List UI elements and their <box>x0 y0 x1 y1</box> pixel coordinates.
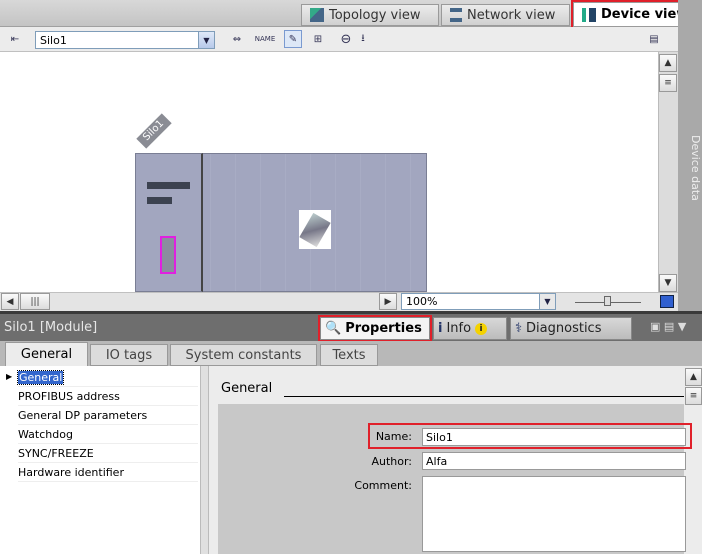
nav-item-hardware-identifier[interactable]: Hardware identifier <box>18 464 198 482</box>
grid-icon[interactable]: ⊞ <box>309 30 327 48</box>
zoom-out-icon[interactable]: ⊖ <box>337 30 355 48</box>
device-select[interactable]: Silo1 ▼ <box>35 31 215 49</box>
caret-right-icon: ▶ <box>6 372 13 381</box>
tab-properties[interactable]: 🔍 Properties <box>318 315 432 342</box>
zoom-dropdown-icon[interactable]: ⭳ <box>354 30 372 48</box>
scroll-up-icon[interactable]: ▲ <box>659 54 677 72</box>
profibus-port[interactable] <box>160 236 176 274</box>
nav-item-sync-freeze[interactable]: SYNC/FREEZE <box>18 445 198 463</box>
scroll-up-icon[interactable]: ▲ <box>685 368 702 386</box>
module-label-bar <box>147 182 190 189</box>
subtab-system-constants[interactable]: System constants <box>170 344 317 366</box>
subtab-general[interactable]: General <box>5 342 88 366</box>
subtab-io-tags[interactable]: IO tags <box>90 344 168 366</box>
info-badge-icon: i <box>475 322 488 335</box>
comment-label: Comment: <box>354 479 412 492</box>
section-divider <box>284 396 684 397</box>
canvas-vertical-scrollbar[interactable]: ▲ ≡ ▼ <box>658 52 678 292</box>
scroll-down-icon[interactable]: ▼ <box>659 274 677 292</box>
name-input[interactable]: Silo1 <box>422 428 686 446</box>
scroll-thumb[interactable]: ≡ <box>659 74 677 92</box>
tab-info[interactable]: i Info i <box>433 317 507 340</box>
scroll-left-icon[interactable]: ◀ <box>1 293 19 310</box>
properties-icon: 🔍 <box>325 321 342 336</box>
float-icon[interactable]: ▣ <box>650 320 660 333</box>
chevron-down-icon[interactable]: ▼ <box>198 32 214 48</box>
zoom-slider-handle[interactable] <box>604 296 611 306</box>
module-label-bar <box>147 197 172 204</box>
network-icon <box>450 8 462 22</box>
tab-network-view[interactable]: Network view <box>441 4 570 26</box>
subtab-texts[interactable]: Texts <box>320 344 378 366</box>
topology-icon <box>310 8 324 22</box>
layout-icon[interactable]: ▤ <box>664 320 674 333</box>
name-label: Name: <box>375 430 412 443</box>
horizontal-scroll-thumb[interactable]: ||| <box>20 293 50 310</box>
show-names-icon[interactable]: NAME <box>255 30 276 48</box>
module-image <box>299 210 331 249</box>
nav-item-general-dp-parameters[interactable]: General DP parameters <box>18 407 198 425</box>
tab-diagnostics[interactable]: ⚕ Diagnostics <box>510 317 632 340</box>
network-overview-icon[interactable]: ⇤ <box>6 30 24 48</box>
scroll-right-icon[interactable]: ▶ <box>379 293 397 310</box>
nav-item-general[interactable]: General <box>16 369 198 387</box>
scroll-thumb[interactable]: ≡ <box>685 387 702 405</box>
chevron-down-icon[interactable]: ▼ <box>678 320 686 333</box>
overview-icon[interactable] <box>660 295 674 308</box>
device-tools-icon <box>582 7 596 22</box>
zoom-select[interactable]: 100% ▼ <box>401 293 556 310</box>
window-controls[interactable]: ▣ ▤ ▼ <box>650 320 686 333</box>
author-label: Author: <box>371 455 412 468</box>
section-title: General <box>221 381 273 396</box>
author-input[interactable]: Alfa <box>422 452 686 470</box>
fit-width-icon[interactable]: ⇔ <box>228 30 246 48</box>
show-view-icon[interactable]: ✎ <box>284 30 302 48</box>
nav-item-profibus-address[interactable]: PROFIBUS address <box>18 388 198 406</box>
panel-settings-icon[interactable]: ▤ <box>645 30 663 48</box>
comment-textarea[interactable] <box>422 476 686 552</box>
info-arrow-icon: i <box>438 321 443 336</box>
nav-item-watchdog[interactable]: Watchdog <box>18 426 198 444</box>
diagnostics-icon: ⚕ <box>515 321 523 336</box>
tab-topology-view[interactable]: Topology view <box>301 4 439 26</box>
nav-splitter[interactable] <box>200 366 208 554</box>
device-data-label[interactable]: Device data <box>680 135 702 205</box>
properties-nav: ▶ General PROFIBUS address General DP pa… <box>0 366 200 554</box>
inspector-title: Silo1 [Module] <box>4 320 98 335</box>
chevron-down-icon[interactable]: ▼ <box>539 294 555 309</box>
